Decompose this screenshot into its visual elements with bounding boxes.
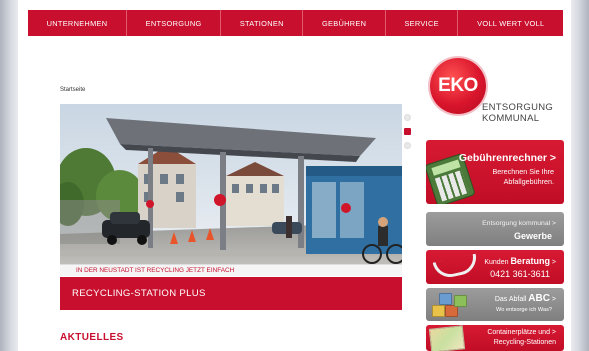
kundenberatung-prefix: Kunden — [484, 259, 511, 266]
abfall-abc-bold: ABC — [528, 293, 550, 304]
slider-dot-2-active[interactable] — [404, 128, 411, 135]
nav-item-service[interactable]: SERVICE — [386, 10, 459, 36]
gebuehrenrechner-teaser[interactable]: Gebührenrechner > Berechnen Sie Ihre Abf… — [426, 140, 564, 204]
kundenberatung-teaser[interactable]: Kunden Beratung > 0421 361-3611 — [426, 250, 564, 284]
kundenberatung-suffix: > — [549, 259, 556, 266]
gewerbe-teaser[interactable]: Entsorgung kommunal > Gewerbe — [426, 212, 564, 246]
abfall-abc-title: Das Abfall ABC > — [495, 293, 556, 304]
logo-text-line2: KOMMUNAL — [482, 113, 540, 124]
gebuehrenrechner-text-1: Berechnen Sie Ihre — [492, 167, 554, 176]
eko-logo[interactable]: EKO ENTSORGUNG KOMMUNAL — [430, 58, 570, 128]
containerplaetze-text-2: Recycling-Stationen — [493, 339, 556, 346]
gewerbe-text-2: Gewerbe — [513, 231, 552, 241]
top-spacer — [18, 0, 571, 10]
kundenberatung-phone: 0421 361-3611 — [490, 269, 550, 279]
slide-caption: IN DER NEUSTADT IST RECYCLING JETZT EINF… — [60, 264, 402, 276]
nav-item-stationen[interactable]: STATIONEN — [221, 10, 304, 36]
abfall-abc-prefix: Das Abfall — [494, 296, 529, 303]
logo-text-line1: ENTSORGUNG — [482, 102, 554, 113]
window-frame-left — [0, 0, 18, 351]
abfall-abc-subtitle: Wo entsorge ich Was? — [496, 307, 552, 313]
containerplaetze-text-1: Containerplätze und > — [487, 329, 556, 336]
window-frame-right — [571, 0, 589, 351]
nav-item-unternehmen[interactable]: UNTERNEHMEN — [28, 10, 128, 36]
nav-item-voll-wert-voll[interactable]: VOLL WERT VOLL — [458, 10, 563, 36]
containerplaetze-teaser[interactable]: Containerplätze und > Recycling-Statione… — [426, 325, 564, 351]
abfall-abc-teaser[interactable]: Das Abfall ABC > Wo entsorge ich Was? — [426, 288, 564, 321]
web-page: UNTERNEHMEN ENTSORGUNG STATIONEN GEBÜHRE… — [18, 0, 571, 351]
recycling-station-photo — [60, 104, 402, 274]
slide-photo[interactable] — [60, 104, 402, 274]
section-heading-aktuelles: AKTUELLES — [60, 332, 124, 343]
abfall-abc-suffix: > — [549, 296, 556, 303]
gebuehrenrechner-text-2: Abfallgebühren. — [503, 177, 554, 186]
slider-pagination — [404, 114, 414, 156]
logo-mark: EKO — [430, 58, 486, 114]
image-slider: IN DER NEUSTADT IST RECYCLING JETZT EINF… — [60, 104, 402, 310]
nav-item-entsorgung[interactable]: ENTSORGUNG — [127, 10, 222, 36]
phone-handset-icon — [432, 253, 480, 281]
map-icon — [428, 325, 466, 351]
nav-item-gebuehren[interactable]: GEBÜHREN — [303, 10, 386, 36]
main-navigation: UNTERNEHMEN ENTSORGUNG STATIONEN GEBÜHRE… — [28, 10, 563, 36]
gebuehrenrechner-title: Gebührenrechner > — [458, 152, 556, 164]
slider-dot-1[interactable] — [404, 114, 411, 121]
gewerbe-text-1: Entsorgung kommunal > — [482, 220, 556, 227]
breadcrumb[interactable]: Startseite — [60, 87, 85, 93]
slide-title-link[interactable]: RECYCLING-STATION PLUS — [60, 277, 402, 310]
letter-blocks-icon — [430, 291, 468, 319]
slider-dot-3[interactable] — [404, 142, 411, 149]
kundenberatung-title: Kunden Beratung > — [484, 256, 556, 266]
kundenberatung-bold: Beratung — [510, 256, 550, 266]
